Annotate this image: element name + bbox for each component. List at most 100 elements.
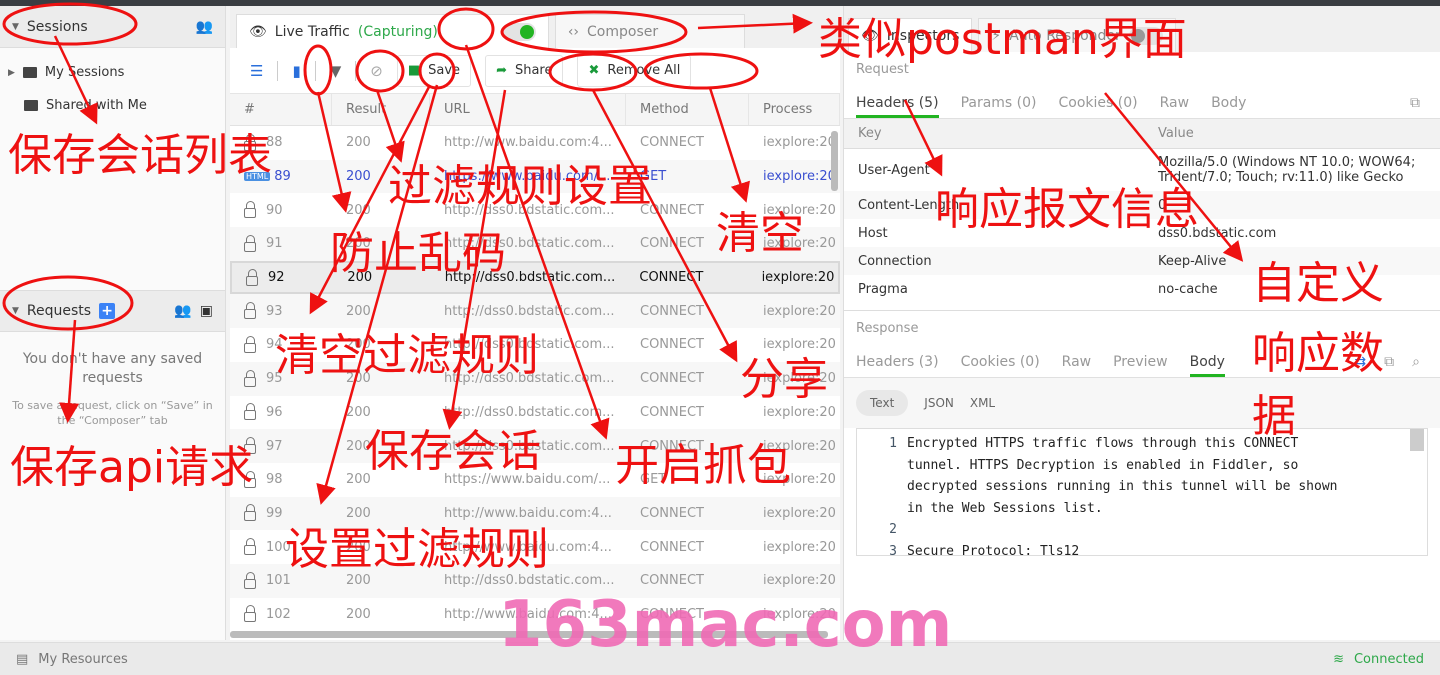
unlock-icon — [244, 234, 256, 252]
line-text: in the Web Sessions list. — [907, 500, 1103, 516]
annotation-text: 过滤规则设置 — [388, 161, 652, 212]
table-row[interactable]: 93 200 http://dss0.bdstatic.com... CONNECT i… — [230, 294, 840, 329]
tab-live-traffic[interactable]: 👁 Live Traffic (Capturing) — [236, 14, 549, 48]
button-label: Save — [428, 63, 461, 78]
column-result[interactable]: Result — [332, 94, 430, 125]
save-button[interactable]: ■ Save — [396, 54, 472, 87]
column-url[interactable]: URL — [430, 94, 626, 125]
copy-icon[interactable]: ⧉ — [1410, 95, 1420, 111]
cell-method: CONNECT — [640, 505, 704, 521]
cell-process: iexplore:20 — [761, 270, 835, 286]
resources-icon[interactable]: ▤ — [16, 652, 28, 667]
cell-url: http://www.baidu.com:4... — [444, 135, 612, 151]
unlock-icon — [244, 538, 256, 556]
table-row[interactable]: 92 200 http://dss0.bdstatic.com... CONNECT i… — [230, 260, 840, 295]
save-icon: ■ — [407, 63, 421, 78]
subtab[interactable]: Cookies (0) — [1059, 95, 1138, 111]
column-method[interactable]: Method — [626, 94, 749, 125]
column-process[interactable]: Process — [749, 94, 840, 125]
capture-status: (Capturing) — [357, 23, 438, 40]
share-group-icon[interactable]: 👥 — [196, 19, 213, 35]
unlock-icon — [244, 403, 256, 421]
column-id[interactable]: # — [230, 94, 332, 125]
cell-process: iexplore:20 — [763, 505, 836, 521]
sidebar-item-shared[interactable]: Shared with Me — [0, 89, 225, 122]
cell-result: 200 — [346, 303, 371, 319]
add-folder-icon[interactable]: ▣ — [200, 303, 213, 319]
cell-id: 96 — [230, 396, 332, 430]
request-tabs: Headers (5) Params (0) Cookies (0) Raw Body ⧉ — [844, 83, 1440, 119]
column-key: Key — [844, 119, 1144, 149]
share-group-icon[interactable]: 👥 — [174, 303, 191, 319]
button-label: Share — [514, 63, 553, 78]
cell-method: CONNECT — [640, 135, 704, 151]
line-number — [857, 455, 907, 477]
line-number: 3 — [889, 543, 897, 559]
editor-scrollbar[interactable] — [1410, 429, 1424, 451]
remove-all-button[interactable]: ✖ Remove All — [577, 54, 692, 87]
format-tab[interactable]: JSON — [924, 396, 954, 410]
unlock-icon — [246, 268, 258, 286]
line-number: 2 — [889, 522, 897, 537]
subtab[interactable]: Raw — [1062, 354, 1091, 370]
cell-process: iexplore:20 — [763, 303, 836, 319]
copy-icon[interactable]: ⧉ — [1384, 354, 1394, 370]
row-id: 90 — [266, 202, 283, 218]
decode-chip-icon[interactable]: ▮ — [292, 62, 300, 80]
expand-icon[interactable]: ▶ — [8, 68, 15, 78]
sidebar-item-my-sessions[interactable]: ▶ My Sessions — [0, 56, 225, 89]
response-body-editor[interactable]: 1 Encrypted HTTPS traffic flows through t… — [856, 428, 1428, 559]
capture-toggle[interactable] — [501, 22, 536, 41]
unlock-icon — [244, 605, 256, 623]
share-button[interactable]: ➦ Share — [485, 54, 564, 87]
eye-icon: 👁 — [249, 23, 267, 40]
unlock-icon — [244, 302, 256, 320]
subtab[interactable]: Body — [1211, 95, 1246, 111]
sidebar-item-label: My Sessions — [44, 65, 125, 80]
row-id: 99 — [266, 505, 283, 521]
cell-result: 200 — [346, 404, 371, 420]
subtab[interactable]: Headers (5) — [856, 87, 939, 118]
code-line: in the Web Sessions list. — [857, 498, 1427, 520]
row-id: 101 — [266, 573, 291, 589]
cell-id: 93 — [230, 294, 332, 328]
format-tab[interactable]: Text — [856, 390, 909, 416]
cell-method: CONNECT — [640, 337, 704, 353]
search-icon[interactable]: ⌕ — [1412, 354, 1420, 370]
add-request-icon[interactable]: + — [99, 303, 116, 319]
collapse-icon[interactable]: ▼ — [12, 22, 19, 32]
vertical-scrollbar[interactable] — [831, 131, 838, 191]
subtab[interactable]: Params (0) — [961, 95, 1037, 111]
subtab[interactable]: Cookies (0) — [961, 354, 1040, 370]
tab-label: Composer — [587, 23, 659, 40]
menu-icon[interactable]: ☰ — [250, 62, 263, 80]
folder-icon — [22, 67, 37, 78]
cell-result: 200 — [346, 606, 371, 622]
subtab[interactable]: Headers (3) — [856, 354, 939, 370]
collapse-icon[interactable]: ▼ — [12, 306, 19, 316]
subtab[interactable]: Preview — [1113, 354, 1168, 370]
line-number: 1 — [889, 436, 897, 451]
filter-icon[interactable]: ▼ — [330, 62, 342, 80]
annotation-text: 自定义 — [1252, 258, 1384, 309]
annotation-text: 响应数 — [1252, 328, 1384, 379]
requests-header[interactable]: ▼ Requests + 👥 ▣ — [0, 290, 225, 332]
code-line: 1 Encrypted HTTPS traffic flows through t… — [857, 433, 1427, 455]
unlock-icon — [244, 201, 256, 219]
subtab[interactable]: Body — [1189, 346, 1226, 377]
line-text: Secure Protocol: Tls12 — [907, 543, 1080, 559]
subtab[interactable]: Raw — [1160, 95, 1189, 111]
row-id: 92 — [268, 270, 285, 286]
line-number — [857, 498, 907, 520]
sessions-header[interactable]: ▼ Sessions 👥 — [0, 6, 225, 48]
line-text: decrypted sessions running in this tunne… — [907, 479, 1338, 494]
my-resources-link[interactable]: My Resources — [38, 652, 127, 667]
format-tab[interactable]: XML — [970, 396, 995, 410]
cell-process: iexplore:20 — [763, 169, 836, 185]
button-label: Remove All — [607, 63, 681, 78]
clear-filter-icon[interactable]: ⊘ — [370, 62, 383, 80]
tab-composer[interactable]: ‹› Composer — [554, 14, 745, 48]
annotation-text: 清空过滤规则 — [275, 330, 539, 381]
table-row[interactable]: 88 200 http://www.baidu.com:4... CONNECT iex… — [230, 126, 840, 160]
empty-title: You don't have any saved requests — [22, 351, 203, 386]
